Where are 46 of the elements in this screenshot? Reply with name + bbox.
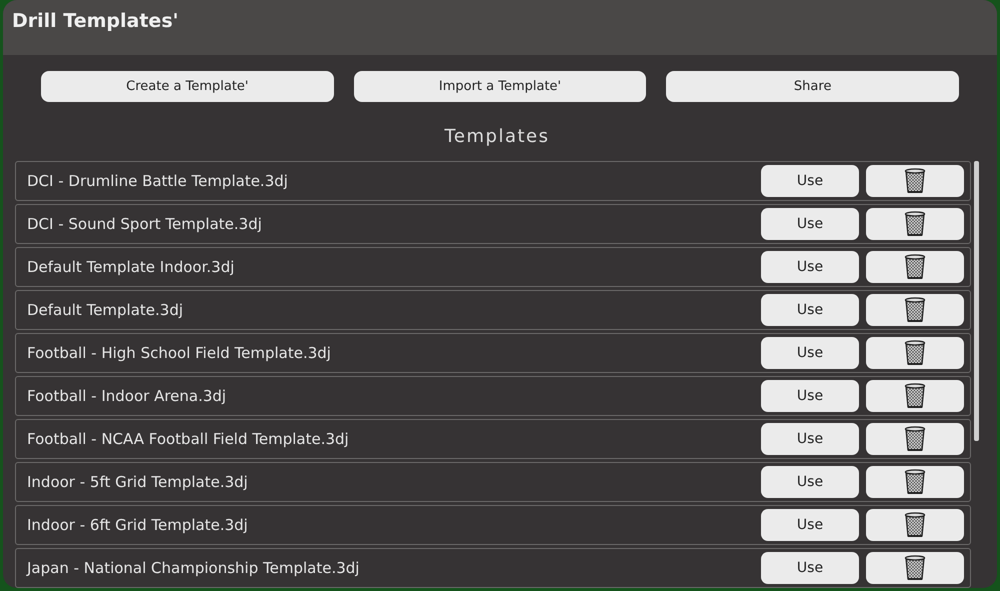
delete-button[interactable]	[866, 466, 964, 498]
template-name: Football - High School Field Template.3dj	[27, 344, 332, 362]
trash-icon	[904, 383, 926, 409]
template-name: DCI - Drumline Battle Template.3dj	[27, 172, 289, 190]
trash-icon	[904, 555, 926, 581]
use-button[interactable]: Use	[761, 380, 859, 412]
delete-button[interactable]	[866, 294, 964, 326]
delete-button[interactable]	[866, 380, 964, 412]
trash-icon	[904, 469, 926, 495]
section-title: Templates	[443, 126, 550, 147]
trash-icon	[904, 168, 926, 194]
delete-button[interactable]	[866, 337, 964, 369]
use-button[interactable]: Use	[761, 208, 859, 240]
use-button[interactable]: Use	[761, 509, 859, 541]
template-name: DCI - Sound Sport Template.3dj	[27, 215, 263, 233]
delete-button[interactable]	[866, 423, 964, 455]
trash-icon	[904, 297, 926, 323]
trash-icon	[904, 254, 926, 280]
use-button[interactable]: Use	[761, 165, 859, 197]
delete-button[interactable]	[866, 165, 964, 197]
delete-button[interactable]	[866, 251, 964, 283]
use-button[interactable]: Use	[761, 337, 859, 369]
action-button[interactable]: Share	[666, 71, 960, 102]
trash-icon	[904, 512, 926, 538]
delete-button[interactable]	[866, 552, 964, 584]
use-button[interactable]: Use	[761, 251, 859, 283]
delete-button[interactable]	[866, 208, 964, 240]
template-name: Japan - National Championship Template.3dj	[27, 559, 360, 577]
template-name: Indoor - 6ft Grid Template.3dj	[27, 516, 249, 534]
use-button[interactable]: Use	[761, 552, 859, 584]
trash-icon	[904, 426, 926, 452]
template-name: Football - NCAA Football Field Template.3dj	[27, 430, 350, 448]
action-button[interactable]: Create a Template'	[41, 71, 334, 102]
window-title: Drill Templates'	[12, 10, 178, 32]
template-name: Default Template.3dj	[27, 301, 184, 319]
template-name: Indoor - 5ft Grid Template.3dj	[27, 473, 249, 491]
use-button[interactable]: Use	[761, 466, 859, 498]
trash-icon	[904, 211, 926, 237]
trash-icon	[904, 340, 926, 366]
use-button[interactable]: Use	[761, 423, 859, 455]
template-name: Football - Indoor Arena.3dj	[27, 387, 228, 405]
template-name: Default Template Indoor.3dj	[27, 258, 236, 276]
delete-button[interactable]	[866, 509, 964, 541]
scrollbar-thumb[interactable]	[974, 161, 979, 441]
action-button[interactable]: Import a Template'	[354, 71, 646, 102]
use-button[interactable]: Use	[761, 294, 859, 326]
